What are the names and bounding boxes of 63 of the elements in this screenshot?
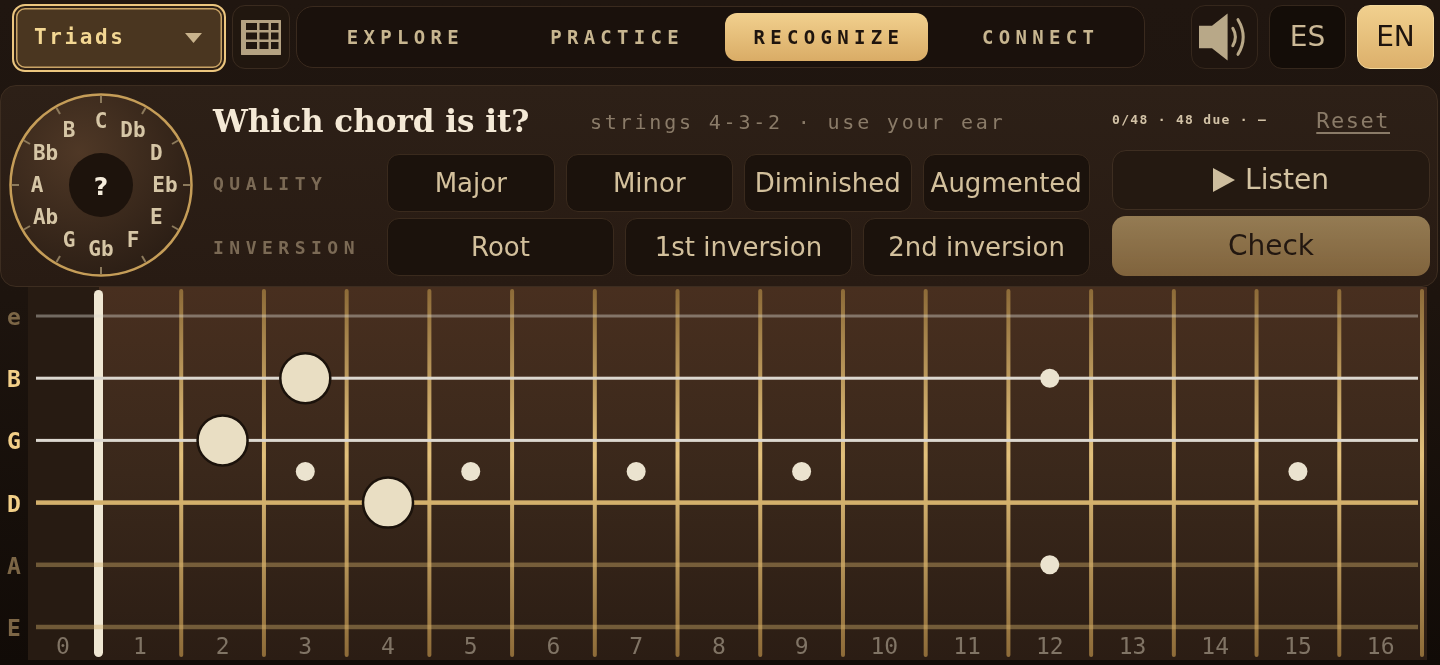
center-disc	[69, 153, 133, 217]
fret-number: 3	[298, 633, 313, 659]
fret-number: 16	[1366, 633, 1395, 659]
language-button[interactable]: EN	[1357, 5, 1434, 69]
note-label: D	[150, 141, 163, 165]
fret-number: 13	[1118, 633, 1147, 659]
note-label: F	[126, 228, 140, 253]
fret-number: 0	[56, 633, 70, 659]
caret-icon	[185, 33, 202, 43]
quiz-title: Which chord is it?	[213, 104, 530, 140]
string-label: e	[7, 304, 21, 330]
fret-number: 1	[132, 633, 147, 659]
quality-option[interactable]: Diminished	[744, 154, 912, 212]
note-label: Ab	[32, 205, 59, 229]
note-label: A	[30, 173, 44, 197]
mode-select[interactable]: Triads	[12, 4, 226, 72]
sound-button[interactable]	[1191, 5, 1258, 69]
inversion-option[interactable]: Root	[387, 218, 614, 276]
note-label: Eb	[152, 173, 178, 197]
fret-number: 14	[1201, 633, 1230, 659]
fret-number: 10	[870, 633, 899, 659]
fret-number: 4	[381, 633, 395, 659]
fret-number: 5	[463, 633, 478, 659]
row-label: INVERSION	[213, 235, 361, 260]
string-label: D	[7, 490, 21, 517]
fret-number: 2	[215, 633, 230, 659]
play-icon	[1213, 168, 1236, 192]
unknown-note-label: ?	[93, 171, 109, 201]
mode-tab[interactable]: RECOGNIZE	[724, 13, 929, 61]
reset-link[interactable]: Reset	[1316, 103, 1390, 137]
fret-number: 8	[711, 633, 726, 659]
progress-text: 0/48 · 48 due · –	[1112, 111, 1268, 130]
fretboard-view-button[interactable]	[232, 5, 290, 69]
fret-number: 12	[1035, 633, 1064, 659]
note-label: Db	[120, 117, 146, 142]
note-label: Gb	[88, 237, 114, 261]
note-label: C	[94, 109, 108, 133]
note-label: G	[62, 228, 76, 253]
quiz-hint: strings 4-3-2 · use your ear	[590, 109, 1006, 136]
grid-icon	[241, 19, 281, 55]
fret-number: 9	[794, 633, 809, 659]
inversion-option[interactable]: 1st inversion	[625, 218, 852, 276]
note-label: B	[62, 117, 76, 142]
mode-tab[interactable]: EXPLORE	[301, 13, 505, 61]
fret-number: 15	[1284, 633, 1312, 659]
listen-button[interactable]: Listen	[1112, 150, 1430, 210]
fret-number: 11	[953, 633, 981, 659]
fret-number: 6	[546, 633, 561, 659]
quality-option[interactable]: Major	[387, 154, 555, 212]
note-label: E	[150, 205, 163, 229]
row-label: QUALITY	[213, 171, 328, 196]
language-button[interactable]: ES	[1269, 5, 1346, 69]
quality-option[interactable]: Minor	[565, 154, 733, 212]
string-label: A	[7, 552, 21, 579]
inversion-option[interactable]: 2nd inversion	[863, 218, 1090, 276]
string-label: B	[7, 366, 21, 393]
note-label: Bb	[32, 141, 59, 165]
string-label: E	[7, 615, 21, 641]
mode-tab[interactable]: CONNECT	[936, 13, 1140, 61]
string-label: G	[7, 428, 21, 455]
quality-option[interactable]: Augmented	[922, 154, 1090, 212]
mode-tab[interactable]: PRACTICE	[512, 13, 717, 61]
fret-number: 7	[629, 633, 644, 659]
